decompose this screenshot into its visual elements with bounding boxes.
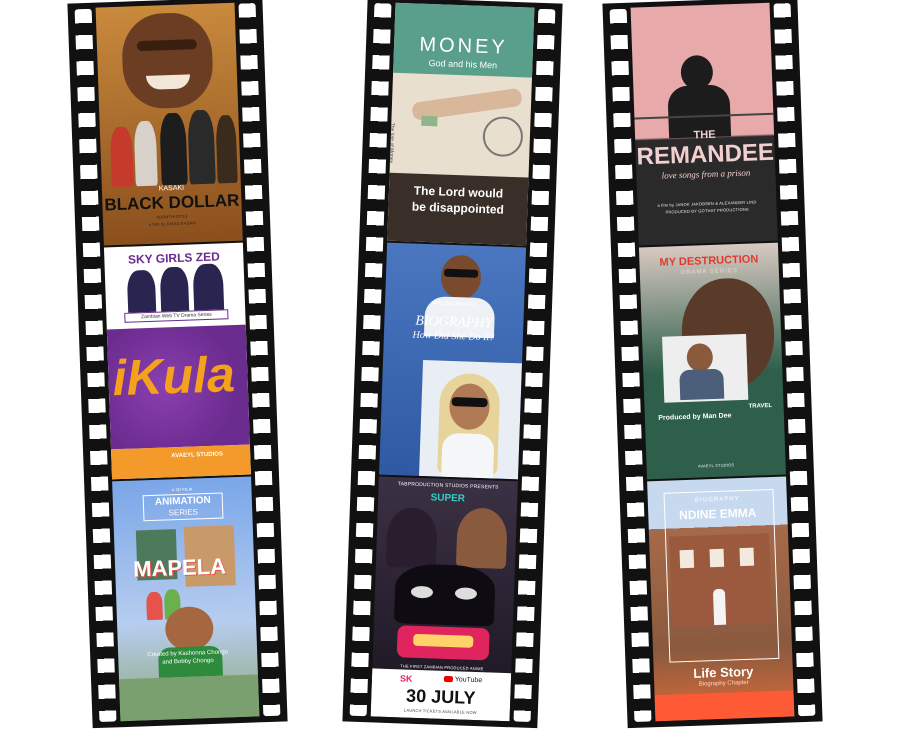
walking-man <box>712 588 727 626</box>
eyes-shadow <box>136 39 198 52</box>
cartoon-head <box>164 605 215 652</box>
studio-name: AVAEYL STUDIOS <box>697 462 735 469</box>
producer-line: Produced by Man Dee <box>658 412 732 422</box>
film-strip-3: THE REMANDEE love songs from a prison a … <box>602 0 823 729</box>
poster-black-dollar[interactable]: KASAKI BLACK DOLLAR #DONTHUSTLE a film b… <box>95 2 243 246</box>
masked-figure <box>393 563 496 627</box>
film-strip-1: KASAKI BLACK DOLLAR #DONTHUSTLE a film b… <box>67 0 288 729</box>
poster-title: SKY GIRLS ZED <box>127 249 220 267</box>
window-2 <box>709 548 725 568</box>
film-strip-2: MONEY God and his Men The lore of Money … <box>342 0 563 729</box>
window-3 <box>739 547 755 567</box>
banknote <box>421 115 438 127</box>
anime-logo: SUPER <box>430 492 466 505</box>
poster-super-anime[interactable]: TABPRODUCTION STUDIOS PRESENTS SUPER THE… <box>370 476 518 722</box>
circle-ornament <box>482 115 524 158</box>
orange-footer <box>110 444 251 480</box>
character-2 <box>133 120 158 187</box>
face-illustration <box>120 11 215 110</box>
orange-footer <box>654 690 795 722</box>
poster-money[interactable]: MONEY God and his Men The lore of Money … <box>387 2 535 246</box>
youtube-play-icon <box>443 676 454 683</box>
presenter-line: TABPRODUCTION STUDIOS PRESENTS <box>397 481 499 491</box>
poster-title: MONEY <box>419 33 509 59</box>
helmet-visor <box>413 633 474 648</box>
character-1 <box>109 126 134 188</box>
youtube-label: YouTube <box>454 676 483 685</box>
youtube-logo: YouTube <box>443 676 483 685</box>
sunglasses <box>443 268 479 278</box>
travel-tag: TRAVEL <box>748 402 773 410</box>
poster-biography-mulisa[interactable]: MULISA MWANZA BIOGRAPHY How Did She Do I… <box>379 242 527 480</box>
big-title: iKula <box>111 346 236 407</box>
character-5 <box>215 114 238 184</box>
poster-kicker: A 3D FILM <box>171 486 193 493</box>
inset-shirt <box>679 368 725 401</box>
poster-title: MAPELA <box>132 553 227 582</box>
poster-the-remandee[interactable]: THE REMANDEE love songs from a prison a … <box>630 2 778 246</box>
animation-badge: ANIMATION SERIES <box>142 492 224 522</box>
anime-face <box>455 507 508 569</box>
poster-my-destruction[interactable]: MY DESTRUCTION DRAMA SERIES Produced by … <box>638 242 786 480</box>
portrait-top <box>441 432 495 479</box>
character-small-1 <box>145 591 163 621</box>
character-3 <box>159 112 188 186</box>
window-1 <box>679 549 695 569</box>
portrait-sunglasses <box>451 396 488 408</box>
poster-ndine-emma[interactable]: BIOGRAPHY NDINE EMMA Life Story Biograph… <box>647 476 795 722</box>
ground <box>119 674 260 722</box>
poster-sky-girls-zed[interactable]: SKY GIRLS ZED Zambian Web TV Drama Serie… <box>103 242 251 480</box>
poster-mapela[interactable]: A 3D FILM ANIMATION SERIES MAPELA Create… <box>112 476 260 722</box>
brand-logo: SK <box>399 673 413 684</box>
hooded-figure <box>385 506 438 569</box>
character-4 <box>187 109 216 185</box>
side-text: The lore of Money <box>387 122 396 164</box>
